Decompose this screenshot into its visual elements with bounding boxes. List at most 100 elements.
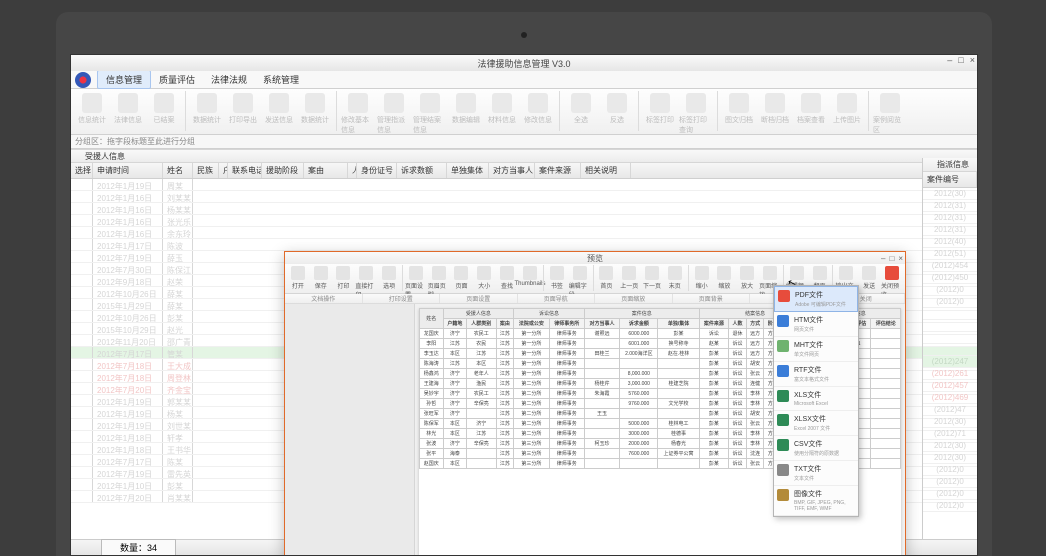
table-row[interactable]: 2012年1月16日张光乐: [71, 215, 977, 227]
col-8[interactable]: 人群类别: [348, 163, 357, 178]
ribbon-btn-11[interactable]: 材料信息: [485, 91, 519, 125]
preview-toolbar-22[interactable]: 缩放: [713, 265, 735, 290]
case-number-cell[interactable]: 2012(30): [923, 188, 977, 200]
col-9[interactable]: 身份证号: [357, 163, 397, 178]
case-number-cell[interactable]: (2012)0: [923, 488, 977, 500]
export-format-menu[interactable]: PDF文件Adobe 可编辑PDF文件HTM文件网页文件MHT文件单文件网页RT…: [773, 285, 859, 517]
preview-toolbar-17[interactable]: 上一页: [618, 265, 640, 290]
case-number-cell[interactable]: [923, 332, 977, 344]
grouping-bar[interactable]: 分组区：拖字段标题至此进行分组: [71, 135, 977, 149]
col-14[interactable]: 相关说明: [581, 163, 631, 178]
menu-quality[interactable]: 质量评估: [151, 71, 203, 88]
case-number-cell[interactable]: (2012)469: [923, 392, 977, 404]
ribbon-btn-5[interactable]: 发送信息: [262, 91, 296, 125]
ribbon-btn-0[interactable]: 信息统计: [75, 91, 109, 125]
case-number-cell[interactable]: (2012)0: [923, 296, 977, 308]
table-row[interactable]: 2012年1月16日杨某某: [71, 203, 977, 215]
col-12[interactable]: 对方当事人: [489, 163, 535, 178]
ribbon-btn-17[interactable]: 图文归档: [722, 91, 756, 125]
case-number-cell[interactable]: 2012(51): [923, 248, 977, 260]
ribbon-btn-19[interactable]: 档案查看: [794, 91, 828, 125]
col-6[interactable]: 援助阶段: [262, 163, 304, 178]
ribbon-btn-14[interactable]: 反选: [600, 91, 634, 125]
case-number-cell[interactable]: (2012)450: [923, 272, 977, 284]
ribbon-btn-4[interactable]: 打印导出: [226, 91, 260, 125]
ribbon-btn-9[interactable]: 管理结案信息: [413, 91, 447, 135]
preview-toolbar-30[interactable]: 发送: [858, 265, 880, 290]
preview-toolbar-0[interactable]: 打开: [287, 265, 309, 290]
preview-toolbar-4[interactable]: 选项: [378, 265, 400, 290]
minimize-button[interactable]: –: [947, 55, 952, 65]
ribbon-btn-16[interactable]: 标签打印查询: [679, 91, 713, 135]
export-img[interactable]: 图像文件BMP, GIF, JPEG, PNG, TIFF, EMF, WMF: [774, 486, 858, 516]
col-11[interactable]: 单独集体: [447, 163, 489, 178]
ribbon-btn-21[interactable]: 案例阅览区: [873, 91, 907, 135]
preview-maximize-button[interactable]: □: [889, 254, 894, 263]
preview-toolbar-18[interactable]: 下一页: [641, 265, 663, 290]
preview-toolbar-23[interactable]: 放大: [736, 265, 758, 290]
case-number-cell[interactable]: [923, 344, 977, 356]
col-13[interactable]: 案件来源: [535, 163, 581, 178]
case-number-cell[interactable]: 2012(30): [923, 416, 977, 428]
export-csv[interactable]: CSV文件使用分隔符的原数据: [774, 436, 858, 461]
preview-toolbar-11[interactable]: Thumbnails: [519, 265, 541, 287]
preview-toolbar-19[interactable]: 末页: [664, 265, 686, 290]
col-2[interactable]: 姓名: [163, 163, 193, 178]
table-row[interactable]: 2012年1月16日刘某某: [71, 191, 977, 203]
preview-toolbar-9[interactable]: 大小: [473, 265, 495, 290]
col-1[interactable]: 申请时间: [93, 163, 163, 178]
case-number-cell[interactable]: (2012)457: [923, 380, 977, 392]
col-3[interactable]: 民族: [193, 163, 219, 178]
case-number-cell[interactable]: 2012(31): [923, 212, 977, 224]
col-5[interactable]: 联系电话: [228, 163, 262, 178]
menu-laws[interactable]: 法律法规: [203, 71, 255, 88]
preview-toolbar-16[interactable]: 首页: [596, 265, 618, 290]
preview-toolbar-13[interactable]: 书签: [546, 265, 568, 290]
ribbon-btn-20[interactable]: 上传图片: [830, 91, 864, 125]
case-number-cell[interactable]: 2012(30): [923, 440, 977, 452]
case-number-cell[interactable]: (2012)247: [923, 356, 977, 368]
preview-toolbar-21[interactable]: 缩小: [691, 265, 713, 290]
preview-toolbar-2[interactable]: 打印: [333, 265, 355, 290]
case-number-cell[interactable]: (2012)454: [923, 260, 977, 272]
close-button[interactable]: ×: [970, 55, 975, 65]
col-case-no[interactable]: 案件编号: [923, 172, 977, 187]
case-number-cell[interactable]: (2012)71: [923, 428, 977, 440]
col-10[interactable]: 诉求数额: [397, 163, 447, 178]
preview-minimize-button[interactable]: –: [881, 254, 885, 263]
ribbon-btn-8[interactable]: 管理指派信息: [377, 91, 411, 135]
ribbon-btn-6[interactable]: 数据统计: [298, 91, 332, 125]
preview-thumbnail-panel[interactable]: [285, 304, 415, 556]
ribbon-btn-10[interactable]: 数据编辑: [449, 91, 483, 125]
export-pdf[interactable]: PDF文件Adobe 可编辑PDF文件: [774, 286, 858, 312]
export-mht[interactable]: MHT文件单文件网页: [774, 337, 858, 362]
export-xls[interactable]: XLS文件Microsoft Excel: [774, 387, 858, 411]
case-number-cell[interactable]: 2012(31): [923, 200, 977, 212]
case-number-cell[interactable]: (2012)0: [923, 464, 977, 476]
export-htm[interactable]: HTM文件网页文件: [774, 312, 858, 337]
preview-toolbar-8[interactable]: 页面: [451, 265, 473, 290]
col-7[interactable]: 案由: [304, 163, 348, 178]
col-4[interactable]: 户籍地: [219, 163, 228, 178]
case-number-cell[interactable]: (2012)261: [923, 368, 977, 380]
ribbon-btn-18[interactable]: 断档归档: [758, 91, 792, 125]
export-rtf[interactable]: RTF文件富文本格式文件: [774, 362, 858, 387]
ribbon-btn-7[interactable]: 修改基本信息: [341, 91, 375, 135]
case-number-cell[interactable]: [923, 320, 977, 332]
ribbon-btn-13[interactable]: 全选: [564, 91, 598, 125]
case-number-cell[interactable]: 2012(30): [923, 452, 977, 464]
case-number-cell[interactable]: 2012(31): [923, 224, 977, 236]
table-row[interactable]: 2012年1月16日余东玲: [71, 227, 977, 239]
ribbon-btn-15[interactable]: 标签打印: [643, 91, 677, 125]
case-number-cell[interactable]: [923, 308, 977, 320]
ribbon-btn-2[interactable]: 已结案: [147, 91, 181, 125]
table-row[interactable]: 2012年1月17日陈波: [71, 239, 977, 251]
case-number-cell[interactable]: (2012)0: [923, 500, 977, 512]
export-txt[interactable]: TXT文件文本文件: [774, 461, 858, 486]
preview-toolbar-1[interactable]: 保存: [310, 265, 332, 290]
menu-info-manage[interactable]: 信息管理: [97, 70, 151, 89]
case-number-cell[interactable]: 2012(40): [923, 236, 977, 248]
col-0[interactable]: 选择: [71, 163, 93, 178]
export-xlsx[interactable]: XLSX文件Excel 2007 文件: [774, 411, 858, 436]
table-row[interactable]: 2012年1月19日周某: [71, 179, 977, 191]
